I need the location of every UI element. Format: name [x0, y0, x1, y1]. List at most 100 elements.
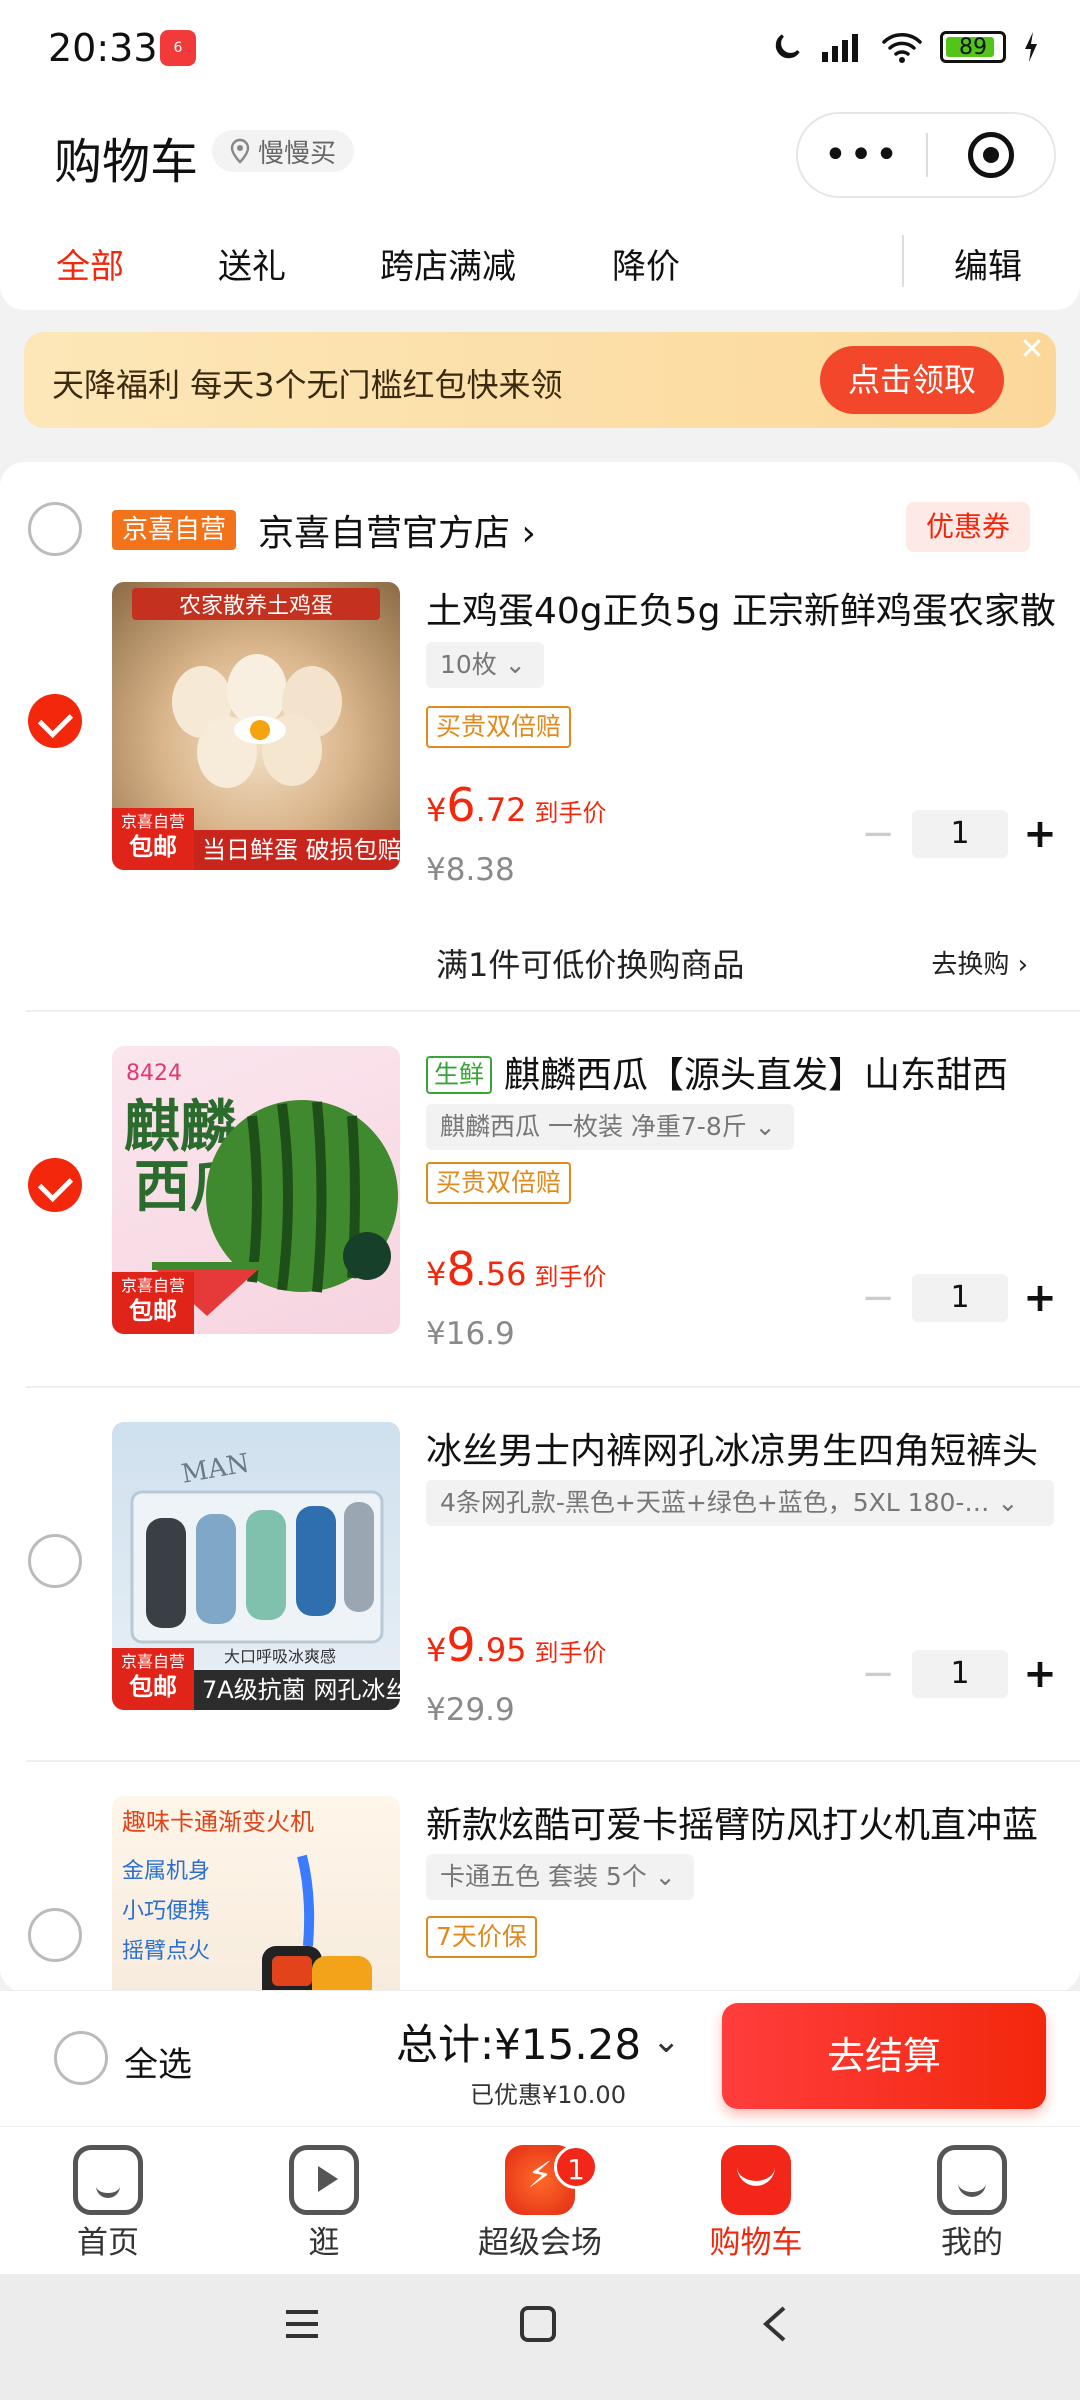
original-price: ¥16.9: [426, 1316, 515, 1352]
tab-all[interactable]: 全部: [56, 239, 124, 288]
charging-icon: [1025, 32, 1037, 62]
close-icon[interactable]: ✕: [1012, 330, 1052, 370]
item-checkbox[interactable]: [28, 1158, 82, 1212]
tab-cart[interactable]: 购物车: [648, 2127, 864, 2275]
chevron-down-icon[interactable]: ⌄: [652, 2021, 681, 2061]
header: 购物车 慢慢买 •••: [0, 100, 1080, 215]
target-icon: [967, 132, 1014, 178]
quantity-input[interactable]: 1: [912, 1274, 1008, 1322]
product-title[interactable]: 冰丝男士内裤网孔冰凉男生四角短裤头: [426, 1422, 1056, 1474]
cart-icon: [721, 2145, 791, 2215]
cart-item: 8424 麒麟 西瓜 京喜自营 包邮 生鲜 麒麟西瓜【源头直发】山东甜西 麒麟西瓜 …: [0, 1046, 1080, 1352]
system-icons: 89: [770, 30, 1040, 64]
cart-item: MAN 大口呼吸冰爽感 京喜自营 包邮 7A级抗菌 网孔冰丝 冰丝男士内裤网孔冰凉…: [0, 1422, 1080, 1728]
battery-level: 89: [959, 34, 987, 60]
tab-super-venue[interactable]: 超级会场: [432, 2127, 648, 2275]
image-promo-strip: 7A级抗菌 网孔冰丝: [194, 1670, 400, 1710]
back-icon[interactable]: [756, 2304, 796, 2344]
svg-text:大口呼吸冰爽感: 大口呼吸冰爽感: [224, 1647, 336, 1666]
store-checkbox[interactable]: [28, 502, 82, 556]
store-card: 京喜自营 京喜自营官方店 › 优惠券 农家散养土鸡蛋 京喜自营 包邮 当日鲜蛋 破…: [0, 462, 1080, 1992]
spec-selector[interactable]: 10枚 ⌄: [426, 642, 544, 688]
menu-icon[interactable]: [282, 2304, 322, 2344]
tab-label: 购物车: [709, 2225, 803, 2261]
home-square-icon[interactable]: [518, 2304, 558, 2344]
tab-me[interactable]: 我的: [864, 2127, 1080, 2275]
exchange-text: 满1件可低价换购商品: [436, 946, 745, 984]
increase-button[interactable]: +: [1022, 1275, 1058, 1321]
original-price: ¥29.9: [426, 1692, 515, 1728]
image-caption: 农家散养土鸡蛋: [132, 588, 380, 620]
tab-label: 首页: [77, 2225, 139, 2261]
tabs-divider: [902, 235, 904, 287]
checkout-bar: 全选 总计:¥15.28 ⌄ 已优惠¥10.00 去结算: [0, 1990, 1080, 2126]
item-checkbox[interactable]: [28, 1908, 82, 1962]
svg-text:小巧便携: 小巧便携: [122, 1899, 210, 1924]
price-guarantee-badge: 买贵双倍赔: [426, 1162, 572, 1204]
original-price: ¥8.38: [426, 852, 515, 888]
store-name-link[interactable]: 京喜自营官方店 ›: [258, 504, 536, 556]
select-all-label[interactable]: 全选: [124, 2037, 192, 2086]
play-icon: [289, 2145, 359, 2215]
free-shipping-tag: 京喜自营 包邮: [112, 1272, 194, 1334]
increase-button[interactable]: +: [1022, 811, 1058, 857]
close-miniapp-button[interactable]: [928, 132, 1054, 178]
spec-selector[interactable]: 麒麟西瓜 一枚装 净重7-8斤 ⌄: [426, 1104, 794, 1150]
cart-item: 农家散养土鸡蛋 京喜自营 包邮 当日鲜蛋 破损包赔 土鸡蛋40g正负5g 正宗新鲜…: [0, 582, 1080, 888]
decrease-button[interactable]: −: [858, 1651, 898, 1697]
notification-badge: 1: [554, 2145, 598, 2189]
edit-button[interactable]: 编辑: [954, 239, 1022, 288]
decrease-button[interactable]: −: [858, 811, 898, 857]
coupon-button[interactable]: 优惠券: [905, 502, 1030, 552]
spec-selector[interactable]: 4条网孔款-黑色+天蓝+绿色+蓝色，5XL 180-… ⌄: [426, 1480, 1054, 1526]
status-bar: 20:33 6 89: [0, 0, 1080, 100]
cart-item: 趣味卡通渐变火机 金属机身 小巧便携 摇臂点火 新款炫酷可爱卡摇臂防风打火机直冲…: [0, 1796, 1080, 1992]
item-checkbox[interactable]: [28, 694, 82, 748]
product-title[interactable]: 生鲜 麒麟西瓜【源头直发】山东甜西: [426, 1046, 1056, 1098]
product-image[interactable]: 8424 麒麟 西瓜 京喜自营 包邮: [112, 1046, 400, 1334]
free-shipping-tag: 京喜自营 包邮: [112, 1648, 194, 1710]
exchange-link[interactable]: 去换购 ›: [931, 944, 1028, 981]
moon-icon: [775, 34, 800, 59]
select-all-checkbox[interactable]: [54, 2031, 108, 2085]
tab-cross-store-discount[interactable]: 跨店满减: [380, 239, 516, 288]
divider: [26, 1760, 1080, 1762]
location-label: 慢慢买: [258, 138, 337, 169]
decrease-button[interactable]: −: [858, 1275, 898, 1321]
item-price: ¥9.95 到手价: [426, 1618, 607, 1672]
product-title[interactable]: 土鸡蛋40g正负5g 正宗新鲜鸡蛋农家散: [426, 582, 1056, 634]
battery-icon: 89: [940, 31, 1006, 63]
location-chip[interactable]: 慢慢买: [212, 130, 355, 172]
price-protection-badge: 7天价保: [426, 1916, 537, 1958]
spec-selector[interactable]: 卡通五色 套装 5个 ⌄: [426, 1854, 694, 1900]
bottom-tab-bar: 首页 逛 超级会场 1 购物车 我的: [0, 2126, 1080, 2274]
product-title[interactable]: 新款炫酷可爱卡摇臂防风打火机直冲蓝: [426, 1796, 1056, 1848]
wifi-icon: [882, 33, 922, 63]
item-price: ¥8.56 到手价: [426, 1242, 607, 1296]
quantity-input[interactable]: 1: [912, 810, 1008, 858]
product-image[interactable]: 农家散养土鸡蛋 京喜自营 包邮 当日鲜蛋 破损包赔: [112, 582, 400, 870]
discount-amount: 已优惠¥10.00: [470, 2081, 626, 2109]
increase-button[interactable]: +: [1022, 1651, 1058, 1697]
page-title: 购物车: [54, 134, 199, 190]
lighter-illustration: 金属机身 小巧便携 摇臂点火: [122, 1854, 372, 1992]
system-nav-bar: [0, 2274, 1080, 2400]
tab-home[interactable]: 首页: [0, 2127, 216, 2275]
svg-text:摇臂点火: 摇臂点火: [122, 1939, 210, 1964]
checkout-button[interactable]: 去结算: [722, 2003, 1046, 2109]
quantity-input[interactable]: 1: [912, 1650, 1008, 1698]
product-image[interactable]: 趣味卡通渐变火机 金属机身 小巧便携 摇臂点火: [112, 1796, 400, 1992]
tab-browse[interactable]: 逛: [216, 2127, 432, 2275]
tab-price-drop[interactable]: 降价: [612, 239, 680, 288]
image-promo-strip: 当日鲜蛋 破损包赔: [194, 830, 400, 870]
location-pin-icon: [230, 138, 250, 164]
more-menu-button[interactable]: •••: [798, 132, 926, 178]
product-image[interactable]: MAN 大口呼吸冰爽感 京喜自营 包邮 7A级抗菌 网孔冰丝: [112, 1422, 400, 1710]
home-icon: [73, 2145, 143, 2215]
item-checkbox[interactable]: [28, 1534, 82, 1588]
app-notification-icon: 6: [160, 30, 196, 66]
claim-button[interactable]: 点击领取: [820, 346, 1004, 414]
svg-text:8424: 8424: [126, 1061, 182, 1086]
tab-label: 我的: [941, 2225, 1003, 2261]
tab-gift[interactable]: 送礼: [218, 239, 286, 288]
